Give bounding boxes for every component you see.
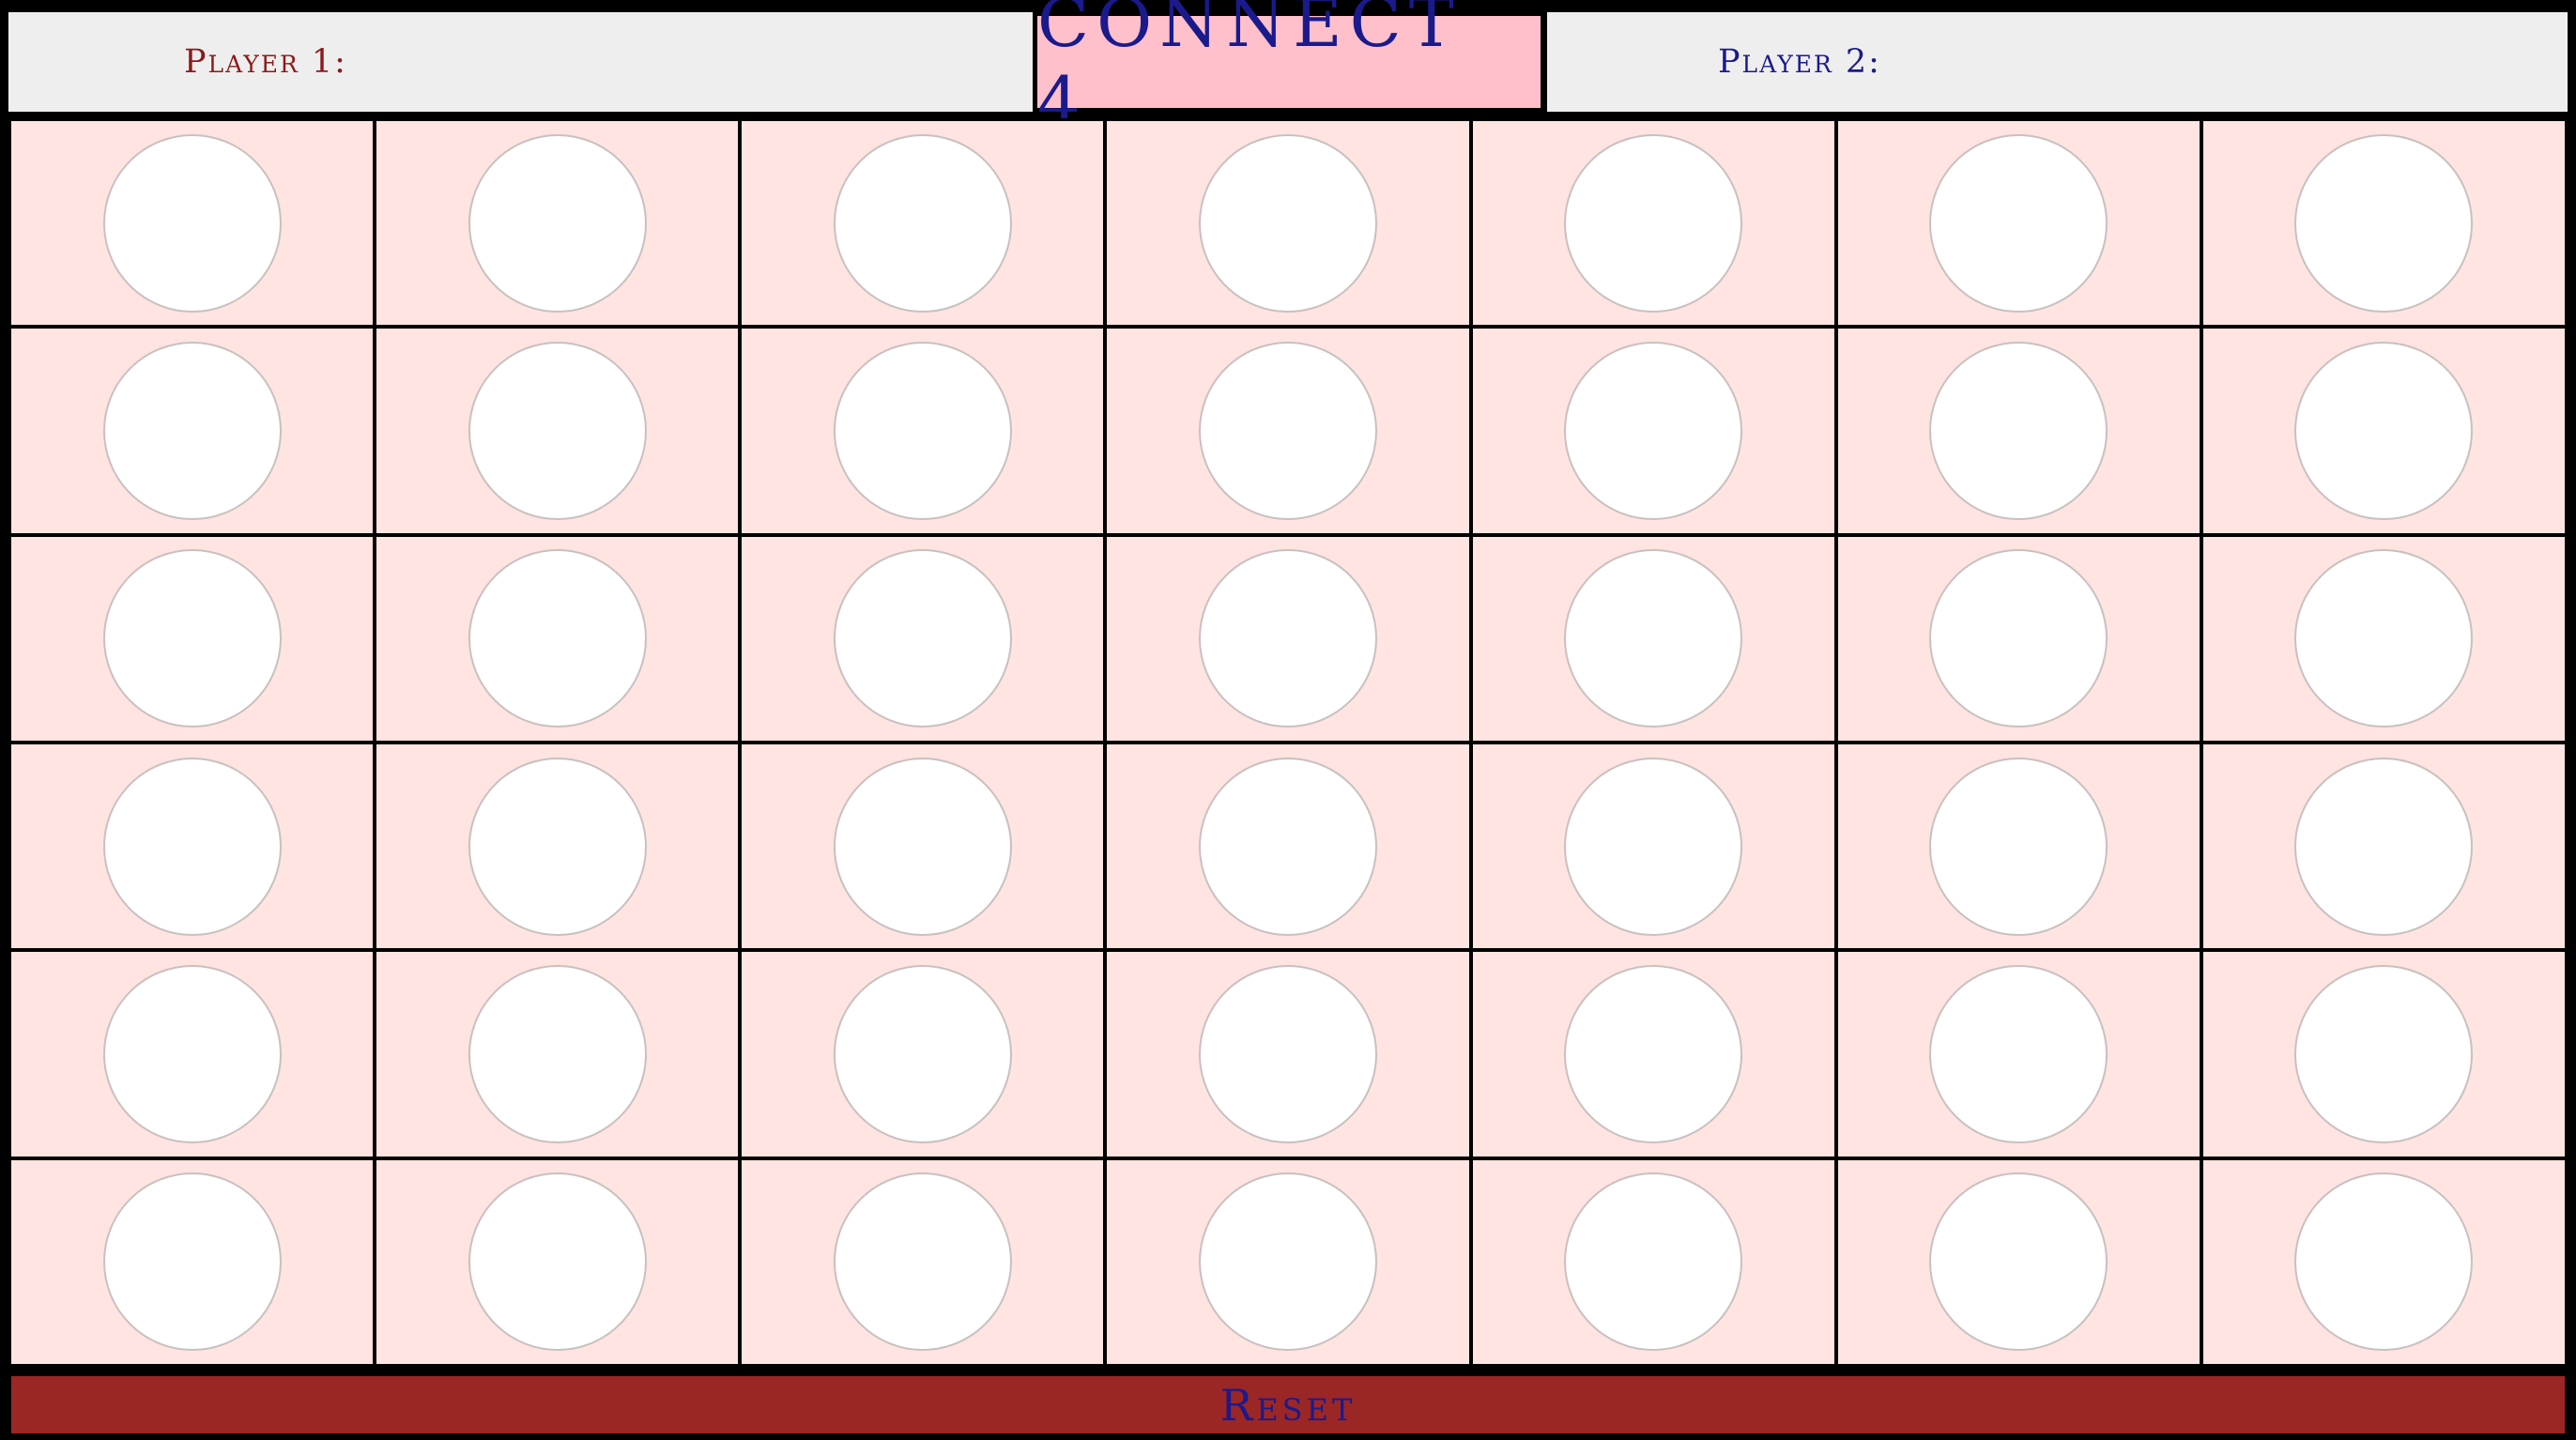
- disc-slot: [833, 757, 1012, 936]
- board-cell[interactable]: [742, 536, 1104, 741]
- disc-slot: [833, 964, 1012, 1143]
- reset-label: Reset: [1219, 1379, 1357, 1431]
- disc-slot: [833, 341, 1012, 520]
- board-cell[interactable]: [376, 952, 739, 1157]
- disc-slot: [1929, 757, 2108, 936]
- board-cell[interactable]: [376, 743, 739, 949]
- board-cell[interactable]: [1837, 952, 2200, 1157]
- board-cell[interactable]: [1837, 1159, 2200, 1364]
- disc-slot: [102, 341, 282, 520]
- disc-slot: [1929, 964, 2108, 1143]
- board-cell[interactable]: [11, 743, 374, 949]
- disc-slot: [468, 1172, 647, 1352]
- disc-slot: [1564, 549, 1743, 728]
- board-cell[interactable]: [11, 1159, 374, 1364]
- board-cell[interactable]: [1472, 952, 1834, 1157]
- board-cell[interactable]: [1107, 743, 1469, 949]
- disc-slot: [833, 1172, 1012, 1352]
- disc-slot: [102, 1172, 282, 1352]
- board-cell[interactable]: [1472, 121, 1834, 326]
- board-cell[interactable]: [376, 1159, 739, 1364]
- board-cell[interactable]: [1472, 329, 1834, 533]
- disc-slot: [2294, 549, 2474, 728]
- board-cell[interactable]: [376, 121, 739, 326]
- board-cell[interactable]: [1107, 121, 1469, 326]
- board-cell[interactable]: [1107, 1159, 1469, 1364]
- disc-slot: [468, 341, 647, 520]
- player-1-label: Player 1:: [184, 43, 347, 81]
- board-cell[interactable]: [11, 536, 374, 741]
- board-cell[interactable]: [1837, 743, 2200, 949]
- board-cell[interactable]: [1837, 329, 2200, 533]
- disc-slot: [1929, 1172, 2108, 1352]
- board-cell[interactable]: [2202, 329, 2565, 533]
- disc-slot: [1564, 964, 1743, 1143]
- board-cell[interactable]: [11, 329, 374, 533]
- disc-slot: [833, 549, 1012, 728]
- player-2-label: Player 2:: [1718, 43, 1881, 81]
- title-box: CONNECT 4: [1033, 0, 1545, 141]
- board-cell[interactable]: [1837, 121, 2200, 326]
- disc-slot: [1198, 757, 1377, 936]
- disc-slot: [1564, 341, 1743, 520]
- disc-slot: [1929, 341, 2108, 520]
- board-cell[interactable]: [2202, 536, 2565, 741]
- disc-slot: [1564, 1172, 1743, 1352]
- disc-slot: [833, 133, 1012, 313]
- board-cell[interactable]: [1472, 1159, 1834, 1364]
- board-cell[interactable]: [2202, 1159, 2565, 1364]
- board-cell[interactable]: [742, 329, 1104, 533]
- board-cell[interactable]: [1107, 329, 1469, 533]
- disc-slot: [1564, 133, 1743, 313]
- disc-slot: [1198, 341, 1377, 520]
- disc-slot: [102, 133, 282, 313]
- disc-slot: [1929, 549, 2108, 728]
- disc-slot: [1198, 549, 1377, 728]
- disc-slot: [2294, 341, 2474, 520]
- reset-button[interactable]: Reset: [11, 1376, 2565, 1433]
- board-cell[interactable]: [376, 536, 739, 741]
- disc-slot: [1198, 1172, 1377, 1352]
- disc-slot: [1929, 133, 2108, 313]
- board-cell[interactable]: [742, 952, 1104, 1157]
- player-2-bar: Player 2:: [1547, 12, 2568, 112]
- board-cell[interactable]: [742, 743, 1104, 949]
- disc-slot: [102, 757, 282, 936]
- board-cell[interactable]: [742, 121, 1104, 326]
- disc-slot: [102, 549, 282, 728]
- board-cell[interactable]: [1837, 536, 2200, 741]
- disc-slot: [2294, 133, 2474, 313]
- disc-slot: [2294, 757, 2474, 936]
- disc-slot: [468, 549, 647, 728]
- board-cell[interactable]: [11, 121, 374, 326]
- board-cell[interactable]: [376, 329, 739, 533]
- disc-slot: [1198, 133, 1377, 313]
- board-cell[interactable]: [2202, 743, 2565, 949]
- player-1-bar: Player 1:: [8, 12, 1034, 112]
- disc-slot: [468, 964, 647, 1143]
- connect-four-app: Player 1: CONNECT 4 Player 2: Reset: [0, 0, 2576, 1440]
- board-cell[interactable]: [1107, 952, 1469, 1157]
- disc-slot: [468, 133, 647, 313]
- disc-slot: [102, 964, 282, 1143]
- disc-slot: [2294, 964, 2474, 1143]
- board-cell[interactable]: [2202, 952, 2565, 1157]
- disc-slot: [1564, 757, 1743, 936]
- board-cell[interactable]: [1107, 536, 1469, 741]
- disc-slot: [1198, 964, 1377, 1143]
- board-cell[interactable]: [2202, 121, 2565, 326]
- board-cell[interactable]: [11, 952, 374, 1157]
- board-cell[interactable]: [1472, 536, 1834, 741]
- board-cell[interactable]: [1472, 743, 1834, 949]
- disc-slot: [468, 757, 647, 936]
- disc-slot: [2294, 1172, 2474, 1352]
- board-cell[interactable]: [742, 1159, 1104, 1364]
- game-board: [8, 118, 2568, 1367]
